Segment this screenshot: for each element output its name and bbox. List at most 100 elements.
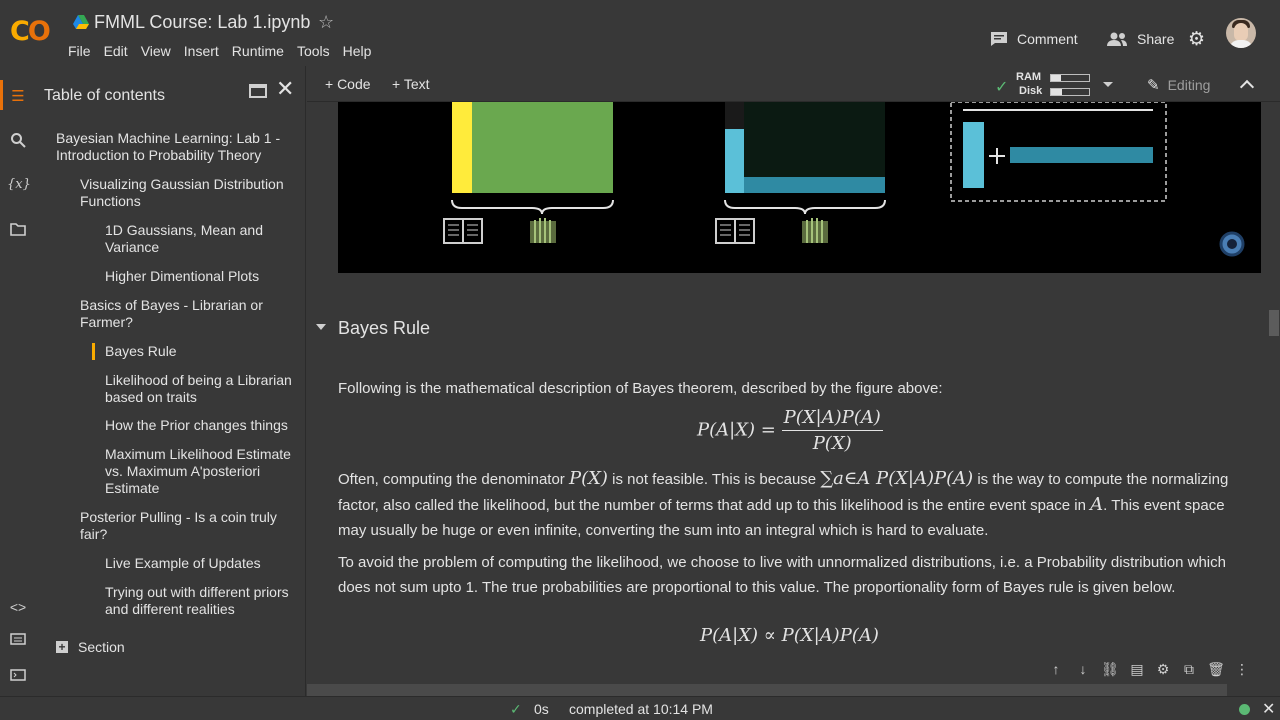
book-icon [443, 218, 483, 244]
toc-title: Table of contents [44, 87, 165, 104]
completed-status: completed at 10:14 PM [569, 701, 713, 717]
notebook-toolbar: + Code + Text ✓ RAM Disk ✎ Editing [307, 66, 1280, 102]
avatar[interactable] [1226, 18, 1256, 48]
comment-icon [991, 32, 1007, 46]
gear-icon[interactable]: ⚙ [1188, 24, 1205, 54]
toc-item[interactable]: Visualizing Gaussian Distribution Functi… [80, 176, 300, 210]
variables-icon[interactable]: {x} [7, 176, 31, 194]
paragraph-intro: Following is the mathematical descriptio… [338, 380, 943, 397]
toc-item[interactable]: Basics of Bayes - Librarian or Farmer? [80, 297, 280, 331]
menu-edit[interactable]: Edit [104, 43, 128, 59]
close-icon[interactable]: ✕ [1262, 699, 1275, 719]
toc-item[interactable]: Likelihood of being a Librarian based on… [105, 372, 305, 406]
comment-label: Comment [1017, 31, 1078, 47]
disk-label: Disk [1019, 85, 1043, 97]
toc-item[interactable]: Trying out with different priors and dif… [105, 584, 300, 618]
resources-indicator[interactable]: ✓ RAM Disk [995, 70, 1113, 98]
share-people-icon [1107, 32, 1127, 46]
menu-file[interactable]: File [68, 43, 91, 59]
para2-b: is not feasible. This is because [612, 471, 817, 488]
toc-item[interactable]: Higher Dimentional Plots [105, 268, 295, 285]
settings-icon[interactable]: ⚙ [1154, 660, 1172, 678]
book-icon [715, 218, 755, 244]
menu-runtime[interactable]: Runtime [232, 43, 284, 59]
code-snippets-icon[interactable]: <> [9, 598, 27, 616]
ram-bar [1050, 74, 1090, 82]
top-bar: CO FMML Course: Lab 1.ipynb ☆ File Edit … [0, 0, 1280, 66]
toc-item[interactable]: Maximum Likelihood Estimate vs. Maximum … [105, 446, 300, 497]
mirror-cell-icon[interactable]: ⧉ [1180, 660, 1198, 678]
left-rail: ☰ {x} <> [0, 66, 34, 696]
connection-status-dot [1239, 704, 1250, 715]
ram-label: RAM [1016, 71, 1042, 83]
folder-icon[interactable] [9, 222, 27, 240]
section-heading: Bayes Rule [338, 318, 431, 338]
toc-item-active[interactable]: Bayes Rule [105, 343, 295, 360]
arrow-up-icon[interactable]: ↑ [1047, 660, 1065, 678]
comment-icon[interactable]: ▤ [1128, 660, 1146, 678]
status-bar: ✓ 0s completed at 10:14 PM ✕ [0, 696, 1280, 720]
menu-bar: File Edit View Insert Runtime Tools Help [68, 43, 384, 59]
command-palette-icon[interactable] [9, 632, 27, 650]
notebook-area: Bayes Rule Following is the mathematical… [307, 102, 1280, 696]
check-icon: ✓ [995, 79, 1009, 96]
figure-output [338, 102, 1261, 273]
check-icon: ✓ [510, 701, 522, 717]
star-icon[interactable]: ☆ [318, 12, 334, 33]
menu-help[interactable]: Help [343, 43, 372, 59]
eq1-lhs: P(A|X) = [697, 419, 776, 441]
search-icon[interactable] [9, 132, 27, 150]
toc-item[interactable]: Bayesian Machine Learning: Lab 1 - Intro… [56, 130, 296, 164]
share-label: Share [1137, 31, 1175, 47]
google-drive-icon [73, 15, 89, 29]
section-label: Section [78, 639, 125, 655]
add-section-button[interactable]: + Section [56, 639, 125, 655]
terminal-icon[interactable] [9, 668, 27, 686]
colab-logo[interactable]: CO [10, 14, 56, 50]
bayes-figure [443, 102, 1245, 257]
pencil-icon: ✎ [1147, 77, 1160, 94]
share-button[interactable]: Share [1106, 24, 1174, 54]
paragraph-proportional: To avoid the problem of computing the li… [338, 554, 1226, 596]
toc-item[interactable]: How the Prior changes things [105, 417, 305, 434]
toc-item[interactable]: Posterior Pulling - Is a coin truly fair… [80, 509, 290, 543]
link-icon[interactable]: ⛓ [1101, 660, 1119, 678]
vertical-scrollbar[interactable] [1269, 310, 1279, 336]
delete-icon[interactable]: 🗑 [1207, 660, 1225, 678]
horizontal-scrollbar[interactable] [307, 684, 1227, 696]
menu-view[interactable]: View [141, 43, 171, 59]
add-text-button[interactable]: + Text [392, 76, 430, 92]
editing-mode-button[interactable]: ✎ Editing [1147, 76, 1210, 94]
elapsed-time: 0s [534, 701, 549, 717]
arrow-down-icon[interactable]: ↓ [1074, 660, 1092, 678]
add-icon: + [56, 641, 68, 653]
cell-toolbar: ↑ ↓ ⛓ ▤ ⚙ ⧉ 🗑 ⋮ [1047, 660, 1250, 680]
comment-button[interactable]: Comment [990, 24, 1078, 54]
toc-item[interactable]: 1D Gaussians, Mean and Variance [105, 222, 295, 256]
para2-math2: ∑a∈A P(X|A)P(A) [820, 468, 974, 489]
editing-label: Editing [1167, 77, 1211, 93]
disk-bar [1050, 88, 1090, 96]
equation-bayes: P(A|X) = P(X|A)P(A) P(X) [697, 407, 883, 454]
para2-a: Often, computing the denominator [338, 471, 565, 488]
eq1-numerator: P(X|A)P(A) [781, 407, 883, 431]
active-indicator [92, 343, 95, 360]
close-icon[interactable]: ✕ [276, 78, 294, 100]
table-of-contents-panel: Table of contents ✕ Bayesian Machine Lea… [34, 66, 306, 696]
notebook-title[interactable]: FMML Course: Lab 1.ipynb [94, 12, 310, 33]
chevron-up-icon[interactable] [1239, 79, 1255, 95]
more-vert-icon[interactable]: ⋮ [1233, 660, 1251, 678]
chevron-down-icon[interactable] [1103, 82, 1113, 87]
wheat-icon [802, 218, 828, 243]
para2-math1: P(X) [568, 468, 608, 489]
add-code-button[interactable]: + Code [325, 76, 371, 92]
eq1-denominator: P(X) [812, 433, 852, 454]
toc-item[interactable]: Live Example of Updates [105, 555, 295, 572]
wheat-icon [530, 218, 556, 243]
open-in-tab-icon[interactable] [249, 84, 267, 98]
menu-insert[interactable]: Insert [184, 43, 219, 59]
equation-proportional: P(A|X) ∝ P(X|A)P(A) [700, 625, 879, 646]
collapse-section-icon[interactable] [316, 324, 326, 330]
table-of-contents-icon[interactable]: ☰ [9, 88, 27, 106]
menu-tools[interactable]: Tools [297, 43, 330, 59]
